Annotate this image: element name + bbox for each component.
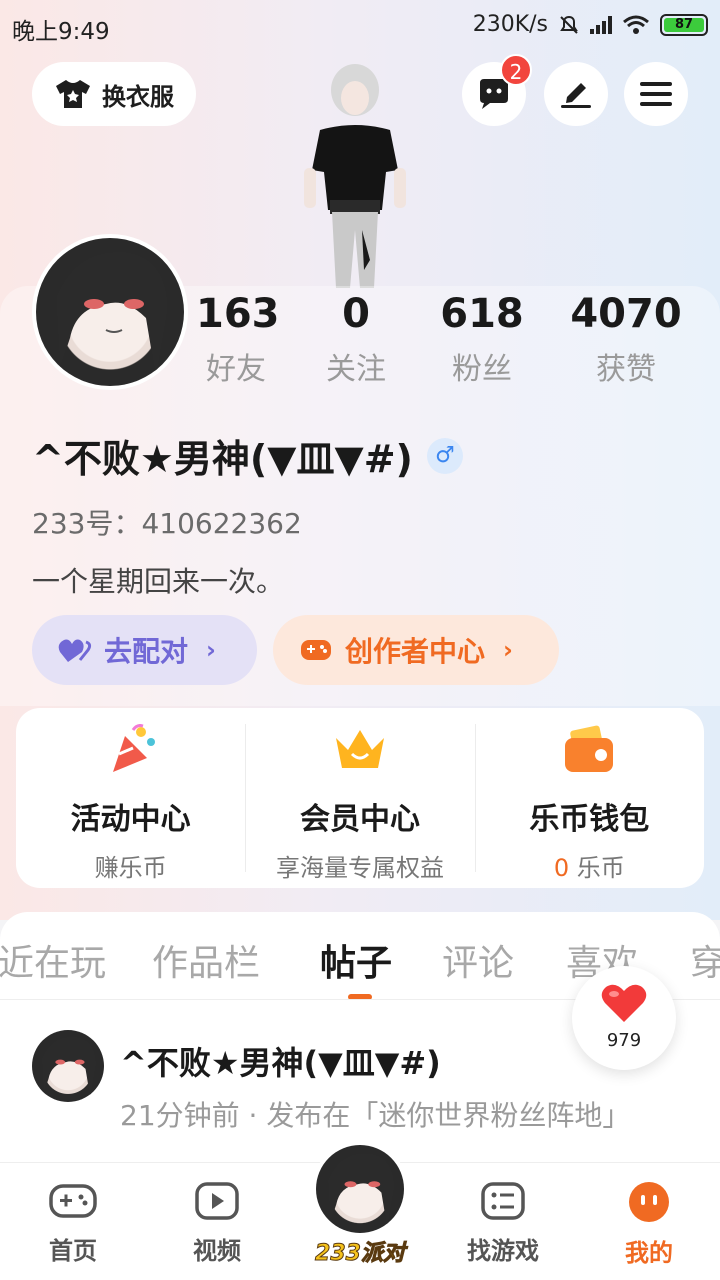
vip-center[interactable]: 会员中心 享海量专属权益 [245,708,474,888]
nav-video[interactable]: 视频 [162,1181,272,1266]
like-float-button[interactable]: 979 [572,966,676,1070]
edit-icon [561,83,591,108]
activity-center-title: 活动中心 [70,802,191,837]
nav-video-label: 视频 [193,1237,241,1265]
stat-likes[interactable]: 4070 获赞 [566,290,686,388]
chevron-right-icon: › [206,636,216,664]
stat-fans[interactable]: 618 粉丝 [432,290,532,388]
menu-icon [640,82,672,106]
stat-label: 好友 [206,352,266,387]
user-bio: 一个星期回来一次。 [32,565,285,598]
nav-home-label: 首页 [49,1237,97,1265]
smile-face-icon [629,1182,669,1222]
tab-recent-play[interactable]: 近在玩 [0,934,106,986]
coin-wallet-sub: 0 乐币 [475,848,704,883]
coin-wallet[interactable]: 乐币钱包 0 乐币 [474,708,704,888]
tab-comments[interactable]: 评论 [442,934,514,986]
battery-icon: 87 [660,13,708,36]
coin-unit: 乐币 [576,854,625,882]
male-icon: ♂ [426,437,463,474]
gamepad-icon [301,640,331,660]
crown-icon [335,730,384,768]
wallet-icon [565,725,614,772]
services-card: 活动中心 赚乐币 会员中心 享海量专属权益 乐币钱包 0 乐币 [16,708,704,888]
username-text: ^不败★男神(▼皿▼#) [32,437,413,481]
avatar-3d-figure [304,64,406,288]
profile-avatar[interactable] [32,234,188,390]
stat-friends[interactable]: 163 好友 [196,290,280,388]
nav-mine-label: 我的 [625,1239,673,1267]
play-icon [195,1182,239,1220]
profile-stats: 163 好友 0 关注 618 粉丝 4070 获赞 [196,290,706,388]
list-icon [481,1182,525,1220]
match-button[interactable]: 去配对 › [32,615,257,685]
post-author-avatar[interactable] [32,1030,104,1102]
post-meta: 21分钟前 · 发布在「迷你世界粉丝阵地」 [120,1099,631,1132]
match-label: 去配对 [104,635,189,668]
avatar-image [316,1145,404,1233]
stat-number: 0 [342,291,370,337]
tab-outfits[interactable]: 穿 [690,934,720,986]
stat-label: 获赞 [596,352,656,387]
stat-number: 163 [196,291,280,337]
active-tab-indicator [348,994,372,999]
activity-center[interactable]: 活动中心 赚乐币 [16,708,245,888]
change-outfit-button[interactable]: 换衣服 [32,62,196,126]
network-speed: 230K/s [472,12,548,37]
nav-home[interactable]: 首页 [18,1181,128,1266]
stat-number: 618 [440,291,524,337]
coin-balance: 0 [553,854,570,882]
status-time: 晚上9:49 [12,19,110,45]
menu-button[interactable] [624,62,688,126]
nav-party-label: 233派对 [315,1241,406,1267]
activity-center-sub: 赚乐币 [94,854,167,882]
user-id: 233号：410622362 [32,507,302,540]
stat-label: 粉丝 [452,352,512,387]
post-author-name: ^不败★男神(▼皿▼#) [120,1044,441,1082]
vip-center-sub: 享海量专属权益 [275,854,444,882]
avatar-image [32,1030,104,1102]
bottom-nav: 首页 视频 233派对 找游戏 我的 [0,1141,720,1280]
mute-icon [560,15,578,34]
messages-button[interactable]: 2 [462,54,532,126]
status-bar: 晚上9:49 230K/s 87 [0,0,720,52]
coin-wallet-title: 乐币钱包 [529,802,650,837]
avatar-image [36,238,184,386]
change-outfit-label: 换衣服 [102,82,174,111]
vip-center-title: 会员中心 [299,802,420,837]
party-popper-icon [112,724,155,772]
chevron-right-icon: › [503,636,513,664]
stat-label: 关注 [326,352,386,387]
stat-number: 4070 [570,291,682,337]
creator-center-button[interactable]: 创作者中心 › [273,615,559,685]
stat-following[interactable]: 0 关注 [316,290,396,388]
nav-find-games[interactable]: 找游戏 [448,1181,558,1266]
tab-posts[interactable]: 帖子 [320,934,392,986]
nav-find-games-label: 找游戏 [467,1237,539,1265]
status-indicators: 230K/s 87 [473,12,708,37]
creator-center-label: 创作者中心 [345,635,486,668]
signal-icon [590,15,612,34]
like-count: 979 [606,1030,642,1051]
message-badge: 2 [500,54,532,86]
username: ^不败★男神(▼皿▼#) ♂ [32,428,463,483]
nav-party-button[interactable] [312,1141,408,1237]
heart-pair-icon [58,639,92,662]
wifi-icon [623,15,649,34]
tab-works[interactable]: 作品栏 [152,934,260,986]
heart-icon [601,984,647,1022]
gamepad-icon [49,1184,97,1218]
shirt-icon [56,80,90,108]
edit-button[interactable] [544,62,608,126]
nav-mine[interactable]: 我的 [594,1181,704,1268]
